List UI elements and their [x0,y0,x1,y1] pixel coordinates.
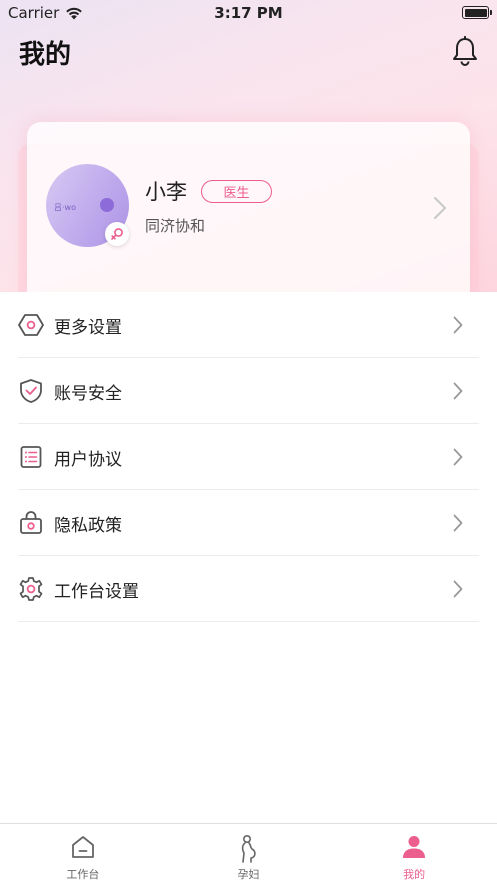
menu-item-label: 隐私政策 [54,516,122,536]
tab-label: 工作台 [66,868,100,881]
tab-pregnant[interactable]: 孕妇 [166,824,332,883]
hospital-name: 同济协和 [145,217,206,235]
menu-item-label: 更多设置 [54,318,122,338]
role-badge: 医生 [201,180,272,203]
chevron-right-icon [453,316,463,334]
female-gender-icon [105,222,129,246]
pregnant-icon [241,834,256,863]
page-title: 我的 [19,40,72,70]
status-time: 3:17 PM [214,4,283,22]
avatar-caption: 吕·wo [54,203,76,212]
document-list-icon [20,446,42,468]
chevron-right-icon [453,514,463,532]
tab-label: 我的 [403,868,426,881]
chevron-right-icon [453,382,463,400]
user-name: 小李 [145,180,187,204]
battery-icon [462,6,492,19]
menu-item-label: 用户协议 [54,450,122,470]
lock-bag-icon [20,511,42,534]
tab-mine[interactable]: 我的 [331,824,497,883]
home-icon [71,836,94,858]
menu-item-user-agreement[interactable]: 用户协议 [18,424,479,490]
menu-item-account-security[interactable]: 账号安全 [18,358,479,424]
shield-check-icon [20,379,42,403]
status-bar: Carrier 3:17 PM [0,0,497,26]
avatar-flower-icon [100,198,114,212]
chevron-right-icon [434,197,446,219]
menu-item-privacy-policy[interactable]: 隐私政策 [18,490,479,556]
chevron-right-icon [453,580,463,598]
person-icon [403,836,426,858]
gear-icon [19,577,43,601]
chevron-right-icon [453,448,463,466]
menu-item-more-settings[interactable]: 更多设置 [18,292,479,358]
menu-item-label: 工作台设置 [54,582,139,602]
settings-menu: 更多设置 账号安全 用户协议 隐私政策 工作台设置 [0,292,497,622]
profile-card[interactable]: 吕·wo 小李 医生 同济协和 [27,122,470,292]
menu-item-workbench-settings[interactable]: 工作台设置 [18,556,479,622]
tab-bar: 工作台 孕妇 我的 [0,823,497,883]
bell-icon[interactable] [451,36,479,66]
menu-item-label: 账号安全 [54,384,122,404]
tab-workbench[interactable]: 工作台 [0,824,166,883]
tab-label: 孕妇 [237,868,260,881]
hexagon-settings-icon [18,314,44,336]
